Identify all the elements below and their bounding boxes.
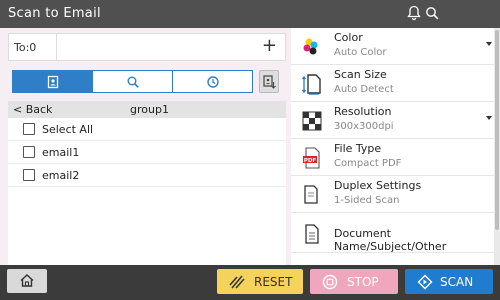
address-list: < Back group1 Select All email1 email2 [8,101,286,265]
stop-button[interactable]: STOP [310,269,398,294]
checkbox[interactable] [23,146,35,158]
chevron-down-icon [486,42,492,46]
setting-title: Document Name/Subject/Other [334,227,447,253]
settings-panel: Color Auto Color Scan Size Auto Detect R… [291,28,500,265]
setting-value: 300x300dpi [334,121,394,132]
setting-color[interactable]: Color Auto Color [291,28,494,65]
scan-button[interactable]: SCAN [405,269,493,294]
setting-value: Auto Detect [334,84,394,95]
setting-title: Resolution [334,105,392,118]
tab-address-book[interactable] [13,71,93,92]
scan-size-icon [301,73,323,95]
tab-search[interactable] [93,71,173,92]
scan-label: SCAN [440,275,474,289]
list-header: < Back group1 [8,101,286,118]
stop-icon [322,274,338,290]
setting-title: File Type [334,142,382,155]
setting-title: Scan Size [334,68,387,81]
list-item-label: email1 [42,146,80,159]
address-tabs [12,70,253,93]
reset-button[interactable]: RESET [217,269,303,294]
destination-panel: To:0 + < Back group1 Select All email1 e… [0,28,289,265]
stop-label: STOP [347,275,379,289]
address-detail-button[interactable] [259,70,279,93]
list-item-label: Select All [42,123,94,136]
tab-history[interactable] [173,71,252,92]
list-item[interactable]: email1 [8,141,286,164]
setting-document-name[interactable]: Document Name/Subject/Other [291,213,494,253]
address-detail-icon [263,75,276,89]
pdf-file-icon: PDF [301,147,323,169]
recipient-count: To:0 [14,41,37,54]
home-icon [20,274,34,287]
bell-icon[interactable] [407,5,421,21]
action-bar: RESET STOP SCAN [0,265,500,300]
search-icon[interactable] [425,5,439,21]
setting-value: 1-Sided Scan [334,195,400,206]
duplex-icon [301,184,323,206]
resolution-icon [301,110,323,132]
setting-duplex[interactable]: Duplex Settings 1-Sided Scan [291,176,494,213]
list-item[interactable]: Select All [8,118,286,141]
checkbox[interactable] [23,123,35,135]
back-button[interactable]: < Back [13,103,52,116]
app-title: Scan to Email [8,6,101,21]
reset-label: RESET [254,275,293,289]
setting-value: Compact PDF [334,158,402,169]
group-name: group1 [130,103,169,116]
home-button[interactable] [7,269,47,293]
search-icon [127,76,139,88]
setting-scan-size[interactable]: Scan Size Auto Detect [291,65,494,102]
checkbox[interactable] [23,169,35,181]
start-icon [417,274,433,290]
scrollbar-thumb[interactable] [495,30,499,230]
setting-file-type[interactable]: PDF File Type Compact PDF [291,139,494,176]
list-item-label: email2 [42,169,80,182]
add-recipient-button[interactable]: + [262,36,277,56]
divider [56,34,57,60]
history-icon [206,75,219,88]
title-bar: Scan to Email [0,0,500,28]
document-icon [301,223,323,245]
svg-text:PDF: PDF [304,158,317,164]
setting-title: Duplex Settings [334,179,422,192]
reset-icon [229,275,245,289]
recipient-field[interactable]: To:0 + [8,33,286,61]
chevron-down-icon [486,116,492,120]
setting-title: Color [334,31,363,44]
color-icon [301,36,323,58]
list-item[interactable]: email2 [8,164,286,187]
setting-resolution[interactable]: Resolution 300x300dpi [291,102,494,139]
address-book-icon [47,75,58,88]
setting-value: Auto Color [334,47,387,58]
